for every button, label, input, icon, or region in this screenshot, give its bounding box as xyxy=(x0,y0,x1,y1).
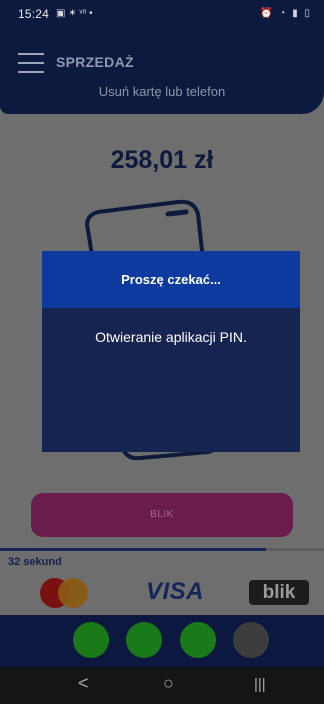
app-header: SPRZEDAŻ Usuń kartę lub telefon xyxy=(0,28,324,114)
timeout-progress-fill xyxy=(0,548,266,551)
countdown-text: 32 sekund xyxy=(8,556,62,568)
pin-dot xyxy=(180,622,216,658)
blik-logo: blik xyxy=(249,580,309,605)
menu-icon[interactable] xyxy=(18,53,44,73)
dialog-title: Proszę czekać... xyxy=(121,272,221,287)
pin-dot xyxy=(73,622,109,658)
pin-indicator-bar xyxy=(0,615,324,667)
page-title: SPRZEDAŻ xyxy=(56,54,134,70)
back-nav-icon[interactable]: < xyxy=(78,673,89,694)
pin-dot xyxy=(126,622,162,658)
blik-button[interactable]: BLIK xyxy=(31,493,293,537)
instruction-text: Usuń kartę lub telefon xyxy=(98,84,226,99)
mastercard-logo-icon xyxy=(40,578,88,608)
visa-logo: VISA xyxy=(146,578,205,605)
dialog-message: Otwieranie aplikacji PIN. xyxy=(95,329,247,345)
status-bar: 15:24 ▣ ✶ ᵛᵒ • ⏰ ◔ ▮ ▯ xyxy=(0,0,324,28)
status-notification-icons: ▣ ✶ ᵛᵒ • xyxy=(56,8,93,19)
wait-dialog: Proszę czekać... Otwieranie aplikacji PI… xyxy=(42,251,300,452)
status-time: 15:24 xyxy=(18,7,50,21)
pin-dot xyxy=(233,622,269,658)
recents-nav-icon[interactable]: ||| xyxy=(254,676,266,693)
transaction-amount: 258,01 zł xyxy=(110,146,214,174)
home-nav-icon[interactable]: ○ xyxy=(163,673,174,694)
system-navigation-bar: < ○ ||| xyxy=(0,667,324,704)
dialog-header: Proszę czekać... xyxy=(42,251,300,308)
status-system-icons: ⏰ ◔ ▮ ▯ xyxy=(260,8,312,19)
